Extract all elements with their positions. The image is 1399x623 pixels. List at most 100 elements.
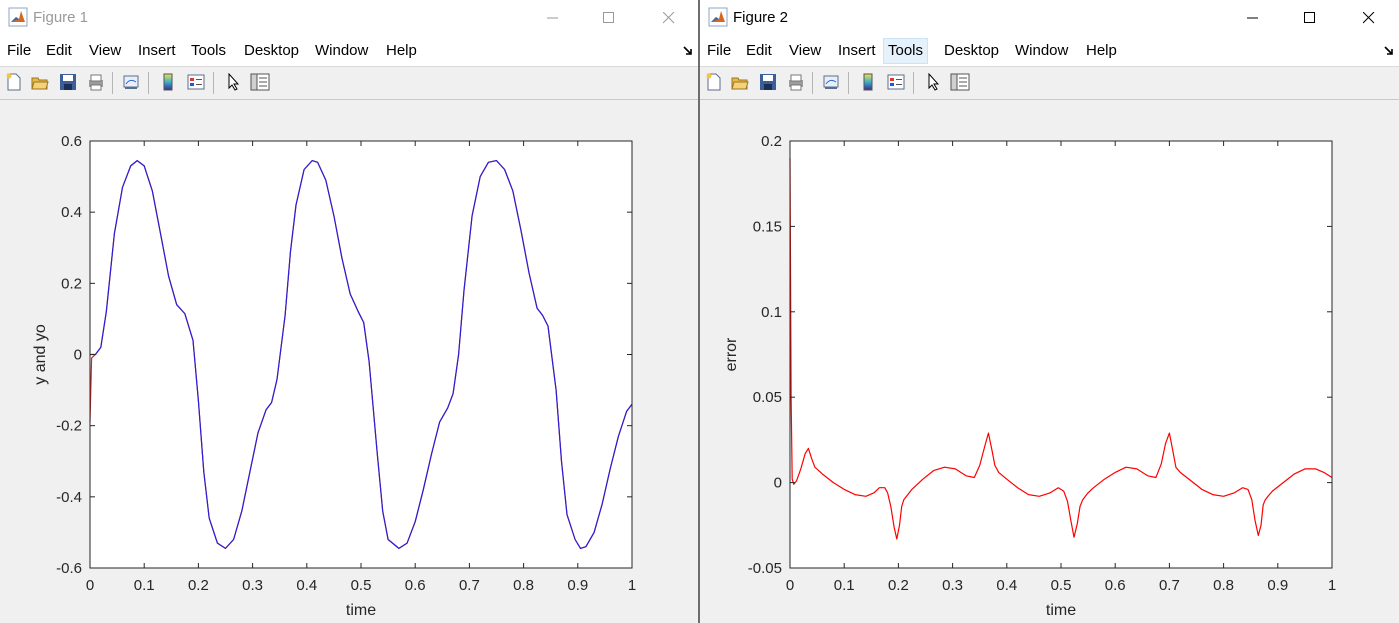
figure-toolbar [700, 67, 1399, 100]
menu-bar: File Edit View Insert Tools Desktop Wind… [0, 35, 698, 67]
x-tick-label: 0 [86, 577, 94, 594]
x-tick-label: 0.6 [405, 577, 426, 594]
window-title: Figure 2 [733, 9, 789, 26]
x-tick-label: 0.3 [942, 577, 963, 594]
figure-1-window: Figure 1 File Edit View Insert Tools Des… [0, 0, 698, 623]
figure-toolbar [0, 67, 698, 100]
open-file-icon[interactable] [29, 71, 51, 93]
link-plot-icon[interactable] [820, 71, 842, 93]
colorbar-icon[interactable] [157, 71, 179, 93]
y-tick-label: -0.4 [56, 489, 82, 506]
menu-file[interactable]: File [703, 39, 735, 63]
menu-tools[interactable]: Tools [187, 39, 230, 63]
menu-desktop[interactable]: Desktop [240, 39, 303, 63]
y-tick-label: 0 [774, 475, 782, 492]
y-tick-label: 0.15 [753, 218, 782, 235]
x-tick-label: 0.3 [242, 577, 263, 594]
y-tick-label: 0.05 [753, 389, 782, 406]
toolbar-separator [848, 72, 849, 94]
y-axis-label: error [723, 337, 740, 371]
x-tick-label: 0.8 [1213, 577, 1234, 594]
menu-edit[interactable]: Edit [42, 39, 76, 63]
plot-area: 0 0.1 0.2 0.3 0.4 0.5 0.6 0.7 0.8 0.9 1-0.0500.050… [723, 133, 1336, 619]
menu-tools[interactable]: Tools [883, 38, 929, 64]
x-tick-label: 0.7 [1159, 577, 1180, 594]
save-icon[interactable] [57, 71, 79, 93]
menu-view[interactable]: View [85, 39, 125, 63]
menu-desktop[interactable]: Desktop [940, 39, 1003, 63]
property-inspector-icon[interactable] [949, 71, 971, 93]
x-tick-label: 0.8 [513, 577, 534, 594]
colorbar-icon[interactable] [857, 71, 879, 93]
matlab-logo-icon [708, 7, 728, 27]
x-tick-label: 1 [628, 577, 636, 594]
dock-figure-icon[interactable] [682, 44, 694, 56]
menu-window[interactable]: Window [311, 39, 372, 63]
save-icon[interactable] [757, 71, 779, 93]
open-file-icon[interactable] [729, 71, 751, 93]
y-tick-label: -0.05 [748, 560, 782, 577]
toolbar-separator [913, 72, 914, 94]
x-tick-label: 0 [786, 577, 794, 594]
y-tick-label: 0.4 [61, 204, 82, 221]
minimize-button[interactable] [530, 0, 576, 35]
minimize-button[interactable] [1230, 0, 1276, 35]
x-tick-label: 0.5 [351, 577, 372, 594]
y-tick-label: 0.1 [761, 304, 782, 321]
property-inspector-icon[interactable] [249, 71, 271, 93]
x-axis-label: time [346, 602, 376, 619]
x-tick-label: 0.5 [1051, 577, 1072, 594]
matlab-logo-icon [8, 7, 28, 27]
y-tick-label: -0.2 [56, 418, 82, 435]
dock-figure-icon[interactable] [1383, 44, 1395, 56]
toolbar-separator [148, 72, 149, 94]
x-tick-label: 0.9 [567, 577, 588, 594]
window-title: Figure 1 [33, 9, 89, 26]
x-tick-label: 0.4 [296, 577, 317, 594]
maximize-button[interactable] [586, 0, 632, 35]
title-bar[interactable]: Figure 2 [700, 0, 1399, 35]
new-figure-icon[interactable] [3, 71, 25, 93]
toolbar-separator [812, 72, 813, 94]
figure-2-window: Figure 2 File Edit View Insert Tools Des… [700, 0, 1399, 623]
y-tick-label: 0 [74, 347, 82, 364]
x-tick-label: 1 [1328, 577, 1336, 594]
new-figure-icon[interactable] [703, 71, 725, 93]
print-icon[interactable] [785, 71, 807, 93]
menu-view[interactable]: View [785, 39, 825, 63]
x-tick-label: 0.1 [834, 577, 855, 594]
menu-insert[interactable]: Insert [134, 39, 180, 63]
axes-background [790, 141, 1332, 568]
title-bar[interactable]: Figure 1 [0, 0, 698, 35]
maximize-button[interactable] [1287, 0, 1333, 35]
menu-help[interactable]: Help [382, 39, 421, 63]
x-tick-label: 0.9 [1267, 577, 1288, 594]
print-icon[interactable] [85, 71, 107, 93]
y-tick-label: 0.2 [761, 133, 782, 150]
x-axis-label: time [1046, 602, 1076, 619]
x-tick-label: 0.7 [459, 577, 480, 594]
menu-window[interactable]: Window [1011, 39, 1072, 63]
close-button[interactable] [1346, 0, 1392, 35]
menu-help[interactable]: Help [1082, 39, 1121, 63]
x-tick-label: 0.6 [1105, 577, 1126, 594]
edit-plot-arrow-icon[interactable] [222, 71, 244, 93]
y-axis-label: y and yo [32, 324, 49, 385]
link-plot-icon[interactable] [120, 71, 142, 93]
legend-icon[interactable] [185, 71, 207, 93]
x-tick-label: 0.2 [188, 577, 209, 594]
y-tick-label: 0.2 [61, 275, 82, 292]
legend-icon[interactable] [885, 71, 907, 93]
toolbar-separator [112, 72, 113, 94]
y-tick-label: -0.6 [56, 560, 82, 577]
y-tick-label: 0.6 [61, 133, 82, 150]
axes-background [90, 141, 632, 568]
menu-edit[interactable]: Edit [742, 39, 776, 63]
menu-file[interactable]: File [3, 39, 35, 63]
menu-bar: File Edit View Insert Tools Desktop Wind… [700, 35, 1399, 67]
x-tick-label: 0.2 [888, 577, 909, 594]
menu-insert[interactable]: Insert [834, 39, 880, 63]
edit-plot-arrow-icon[interactable] [922, 71, 944, 93]
x-tick-label: 0.1 [134, 577, 155, 594]
close-button[interactable] [646, 0, 692, 35]
